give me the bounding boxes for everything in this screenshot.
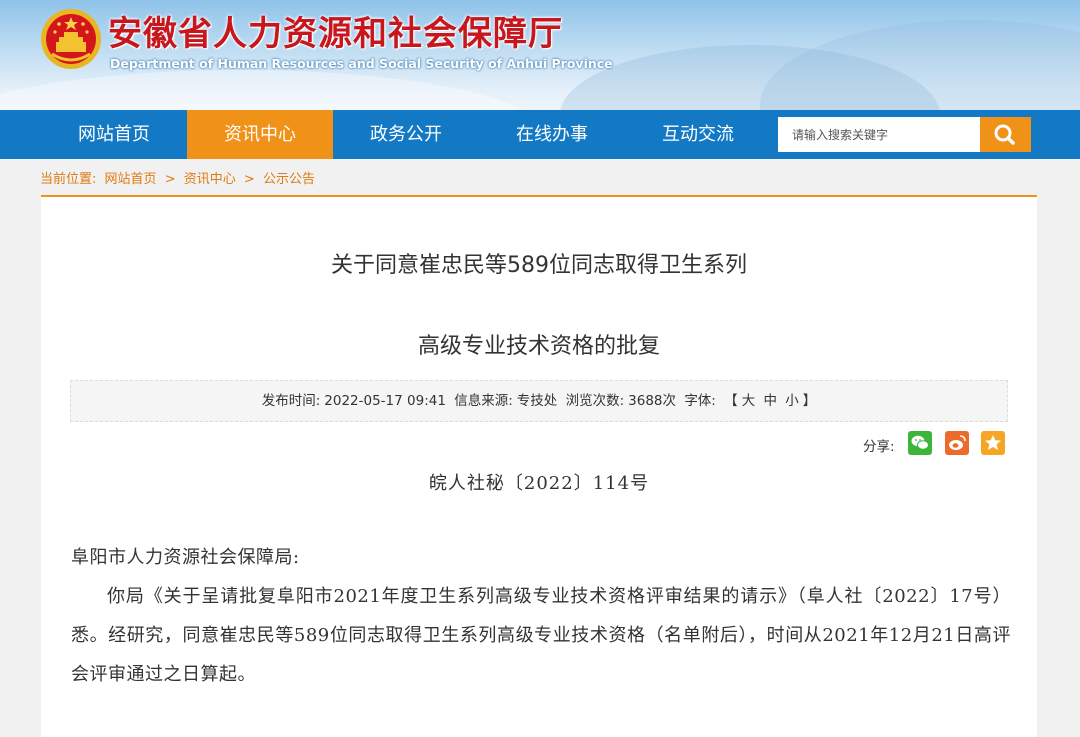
article-recipient: 阜阳市人力资源社会保障局:	[71, 547, 300, 568]
font-bracket-open: 【	[724, 393, 738, 409]
main-nav: 网站首页 资讯中心 政务公开 在线办事 互动交流	[0, 110, 1080, 159]
font-size-label: 字体:	[684, 393, 716, 409]
article-panel: 关于同意崔忠民等589位同志取得卫生系列 高级专业技术资格的批复 发布时间: 20…	[41, 195, 1037, 737]
nav-item-online-services[interactable]: 在线办事	[479, 110, 625, 159]
site-subtitle: Department of Human Resources and Social…	[110, 56, 613, 71]
article-meta-bar: 发布时间: 2022-05-17 09:41 信息来源: 专技处 浏览次数: 3688…	[70, 380, 1008, 422]
share-weibo-button[interactable]	[945, 431, 969, 455]
font-small-button[interactable]: 小	[785, 393, 799, 409]
article-paragraph: 你局《关于呈请批复阜阳市2021年度卫生系列高级专业技术资格评审结果的请示》（阜…	[71, 586, 1011, 685]
search-input[interactable]	[778, 117, 980, 152]
nav-item-news-center[interactable]: 资讯中心	[187, 110, 333, 159]
nav-item-interaction[interactable]: 互动交流	[625, 110, 771, 159]
nav-item-gov-affairs[interactable]: 政务公开	[333, 110, 479, 159]
font-bracket-close: 】	[802, 393, 817, 409]
breadcrumb-separator: >	[243, 172, 255, 187]
share-label: 分享:	[863, 439, 895, 455]
article-title-line2: 高级专业技术资格的批复	[417, 334, 660, 359]
breadcrumb-home[interactable]: 网站首页	[105, 172, 157, 187]
breadcrumb-news-center[interactable]: 资讯中心	[184, 172, 236, 187]
search-icon	[994, 124, 1015, 145]
font-medium-button[interactable]: 中	[763, 393, 777, 409]
weibo-icon	[949, 435, 966, 450]
site-header: 安徽省人力资源和社会保障厅 Department of Human Resour…	[0, 0, 1080, 110]
views-count: 3688次	[628, 393, 677, 409]
document-number: 皖人社秘〔2022〕114号	[428, 473, 650, 494]
publish-time-label: 发布时间:	[261, 393, 321, 409]
breadcrumb: 当前位置: 网站首页 > 资讯中心 > 公示公告	[40, 168, 319, 187]
wechat-icon	[911, 435, 929, 450]
source-label: 信息来源:	[454, 393, 513, 409]
font-large-button[interactable]: 大	[742, 393, 756, 409]
share-wechat-button[interactable]	[908, 431, 932, 455]
breadcrumb-prefix: 当前位置:	[40, 172, 97, 187]
header-decoration	[760, 20, 1080, 110]
national-emblem-icon[interactable]	[40, 8, 102, 70]
site-title[interactable]: 安徽省人力资源和社会保障厅	[108, 6, 563, 55]
favorite-star-icon	[985, 435, 1001, 450]
article-title-line1: 关于同意崔忠民等589位同志取得卫生系列	[331, 253, 747, 278]
nav-item-home[interactable]: 网站首页	[41, 110, 187, 159]
search-button[interactable]	[980, 117, 1031, 152]
views-label: 浏览次数:	[565, 393, 625, 409]
source-value: 专技处	[516, 393, 558, 409]
breadcrumb-separator: >	[164, 172, 176, 187]
header-decoration	[0, 70, 540, 110]
breadcrumb-announcements[interactable]: 公示公告	[263, 172, 315, 187]
share-favorite-button[interactable]	[981, 431, 1005, 455]
publish-time: 2022-05-17 09:41	[324, 393, 446, 409]
